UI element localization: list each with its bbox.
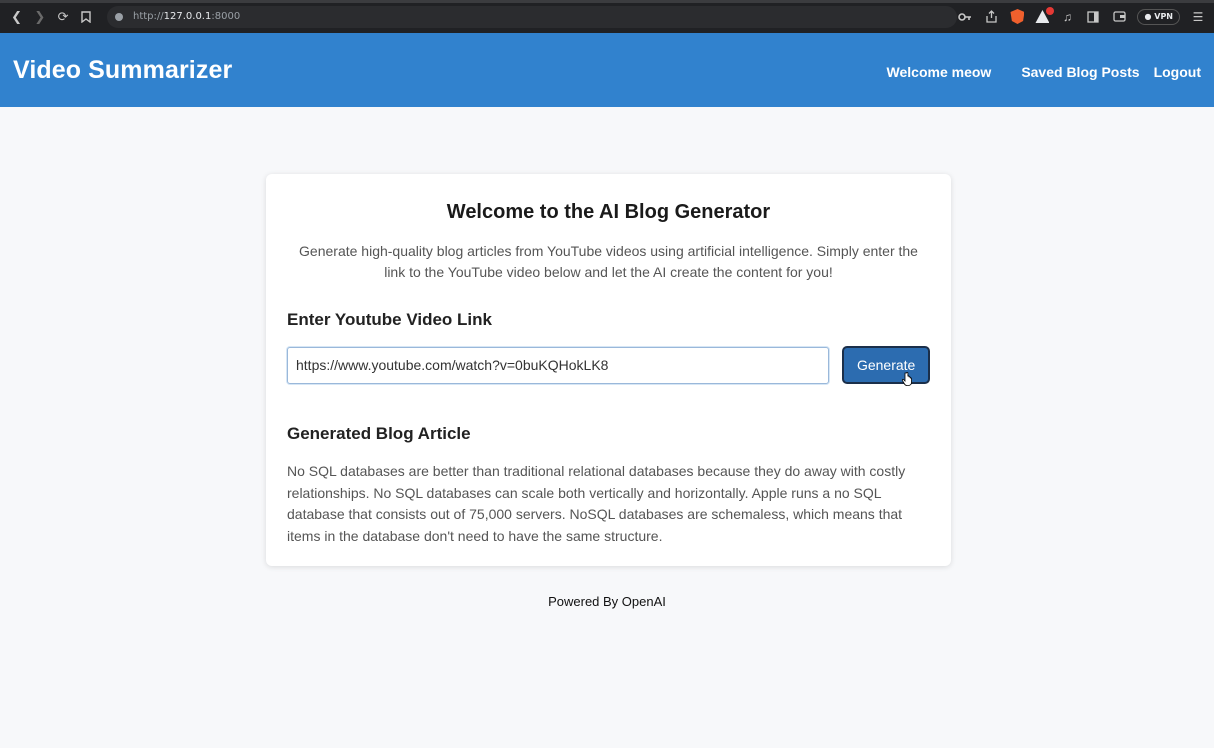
generated-article-label: Generated Blog Article <box>287 424 471 443</box>
address-bar[interactable]: http://127.0.0.1:8000 <box>107 5 958 28</box>
vpn-button[interactable]: ● VPN <box>1137 8 1180 25</box>
welcome-user-text: Welcome meow <box>886 64 992 80</box>
footer-powered-by: Powered By OpenAI <box>548 594 666 609</box>
brand-title[interactable]: Video Summarizer <box>13 56 232 85</box>
vpn-label: VPN <box>1154 12 1173 21</box>
blog-generator-card: Welcome to the AI Blog Generator Generat… <box>266 174 951 566</box>
bookmark-icon[interactable] <box>76 6 97 28</box>
tab-strip <box>0 0 1214 3</box>
nav-links: Welcome meow Saved Blog Posts Logout <box>887 64 1201 80</box>
url-scheme: http:// <box>133 11 164 22</box>
menu-icon[interactable]: ☰ <box>1190 9 1206 25</box>
brave-shield-icon[interactable] <box>1009 9 1025 25</box>
site-navbar: Video Summarizer Welcome meow Saved Blog… <box>0 33 1214 107</box>
url-port: :8000 <box>211 11 241 22</box>
url-host: 127.0.0.1 <box>163 11 212 22</box>
forward-icon[interactable]: ❯ <box>29 6 50 28</box>
brave-rewards-icon[interactable] <box>1035 6 1055 24</box>
page-title: Welcome to the AI Blog Generator <box>446 201 771 223</box>
youtube-link-input[interactable] <box>287 346 830 384</box>
back-icon[interactable]: ❮ <box>6 6 27 28</box>
share-icon[interactable] <box>983 9 999 25</box>
generated-article-text: No SQL databases are better than traditi… <box>287 463 906 545</box>
music-icon[interactable]: ♫ <box>1059 9 1075 25</box>
sidebar-icon[interactable] <box>1085 9 1101 25</box>
video-link-row: Generate <box>287 346 930 384</box>
page-description: Generate high-quality blog articles from… <box>299 243 918 280</box>
site-info-icon[interactable] <box>115 12 123 21</box>
key-icon[interactable] <box>957 9 973 25</box>
reload-icon[interactable]: ⟳ <box>53 6 74 28</box>
browser-toolbar: ❮ ❯ ⟳ http://127.0.0.1:8000 ♫ ● VPN ☰ <box>0 0 1214 33</box>
generate-button[interactable]: Generate <box>842 346 930 384</box>
video-link-label: Enter Youtube Video Link <box>287 310 492 329</box>
mouse-cursor-icon <box>902 372 912 386</box>
wallet-icon[interactable] <box>1111 9 1127 25</box>
saved-blog-posts-link[interactable]: Saved Blog Posts <box>1021 64 1139 80</box>
logout-link[interactable]: Logout <box>1154 64 1201 80</box>
